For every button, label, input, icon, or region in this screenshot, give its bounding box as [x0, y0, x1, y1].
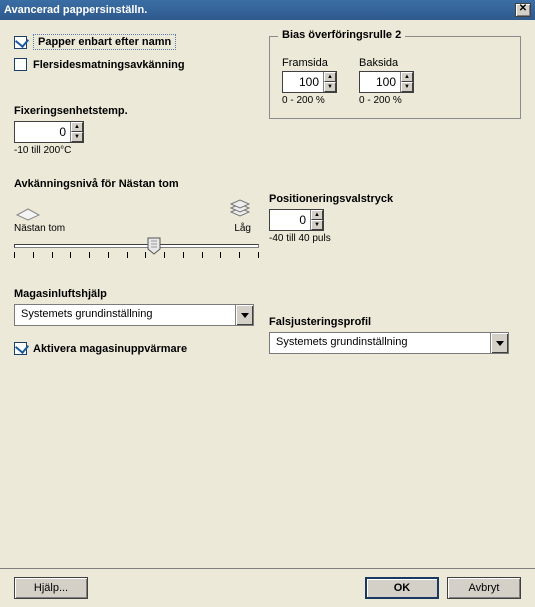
sensing-label: Avkänningsnivå för Nästan tom — [14, 178, 269, 190]
tray-heater-row: Aktivera magasinuppvärmare — [14, 342, 269, 355]
positioning-label: Positioneringsvalstryck — [269, 193, 521, 205]
bias-front-hint: 0 - 200 % — [282, 95, 337, 106]
bias-front-up-icon[interactable]: ▲ — [324, 72, 336, 82]
fold-profile-selected: Systemets grundinställning — [270, 333, 490, 353]
fold-profile-dropdown[interactable]: Systemets grundinställning — [269, 332, 509, 354]
fuser-down-icon[interactable]: ▼ — [71, 132, 83, 142]
tray-air-label: Magasinluftshjälp — [14, 288, 269, 300]
tray-air-dropdown[interactable]: Systemets grundinställning — [14, 304, 254, 326]
bias-front-down-icon[interactable]: ▼ — [324, 82, 336, 92]
paper-by-name-row: Papper enbart efter namn — [14, 34, 269, 50]
bias-back-label: Baksida — [359, 57, 414, 69]
fuser-temp-hint: -10 till 200°C — [14, 145, 269, 156]
tray-heater-checkbox[interactable] — [14, 342, 27, 355]
window-title: Avancerad pappersinställn. — [4, 4, 147, 16]
ok-button[interactable]: OK — [365, 577, 439, 599]
fuser-temp-spinner[interactable]: ▲ ▼ — [14, 121, 84, 143]
cancel-button[interactable]: Avbryt — [447, 577, 521, 599]
fuser-temp-label: Fixeringsenhetstemp. — [14, 105, 269, 117]
positioning-spinner[interactable]: ▲ ▼ — [269, 209, 324, 231]
fuser-temp-input[interactable] — [15, 122, 70, 142]
multi-feed-row: Flersidesmatningsavkänning — [14, 58, 269, 71]
slider-ticks — [14, 252, 259, 258]
bias-front-spinner[interactable]: ▲ ▼ — [282, 71, 337, 93]
bias-title: Bias överföringsrulle 2 — [278, 29, 405, 41]
tray-air-dropdown-button[interactable] — [235, 305, 253, 325]
slider-track — [14, 244, 259, 248]
low-stack-icon — [229, 196, 251, 221]
dialog-footer: Hjälp... OK Avbryt — [0, 568, 535, 607]
tray-heater-label: Aktivera magasinuppvärmare — [33, 343, 187, 355]
almost-empty-label: Nästan tom — [14, 223, 65, 234]
chevron-down-icon — [241, 313, 249, 318]
bias-back-spinner[interactable]: ▲ ▼ — [359, 71, 414, 93]
title-bar: Avancerad pappersinställn. ✕ — [0, 0, 535, 20]
bias-front-label: Framsida — [282, 57, 337, 69]
bias-front-input[interactable] — [283, 72, 323, 92]
almost-empty-icon — [14, 205, 40, 221]
low-label: Låg — [229, 223, 251, 234]
bias-back-hint: 0 - 200 % — [359, 95, 414, 106]
paper-by-name-label: Papper enbart efter namn — [33, 34, 176, 50]
positioning-down-icon[interactable]: ▼ — [311, 220, 323, 230]
bias-groupbox: Bias överföringsrulle 2 Framsida ▲ ▼ 0 -… — [269, 36, 521, 119]
fold-profile-dropdown-button[interactable] — [490, 333, 508, 353]
multi-feed-label: Flersidesmatningsavkänning — [33, 59, 185, 71]
paper-by-name-checkbox[interactable] — [14, 36, 27, 49]
fuser-up-icon[interactable]: ▲ — [71, 122, 83, 132]
positioning-input[interactable] — [270, 210, 310, 230]
fold-profile-label: Falsjusteringsprofil — [269, 316, 521, 328]
close-button[interactable]: ✕ — [515, 3, 531, 17]
chevron-down-icon — [496, 341, 504, 346]
help-button[interactable]: Hjälp... — [14, 577, 88, 599]
slider-thumb[interactable] — [147, 237, 161, 255]
sensing-slider[interactable] — [14, 244, 269, 258]
positioning-up-icon[interactable]: ▲ — [311, 210, 323, 220]
tray-air-selected: Systemets grundinställning — [15, 305, 235, 325]
multi-feed-checkbox[interactable] — [14, 58, 27, 71]
bias-back-down-icon[interactable]: ▼ — [401, 82, 413, 92]
positioning-hint: -40 till 40 puls — [269, 233, 521, 244]
dialog-content: Papper enbart efter namn Flersidesmatnin… — [0, 20, 535, 567]
bias-back-input[interactable] — [360, 72, 400, 92]
bias-back-up-icon[interactable]: ▲ — [401, 72, 413, 82]
